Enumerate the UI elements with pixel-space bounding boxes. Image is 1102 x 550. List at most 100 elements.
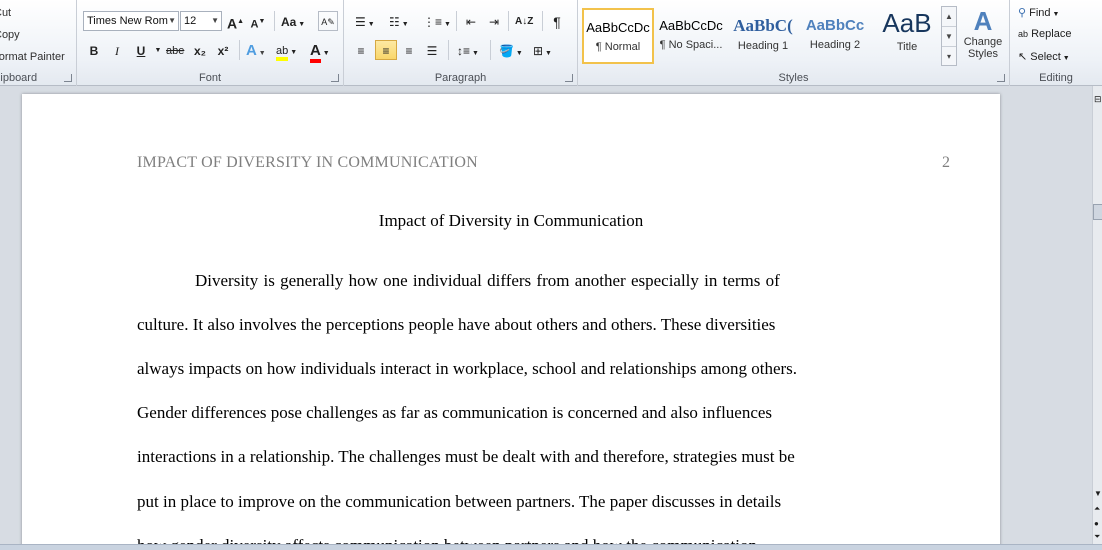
style-normal-sample: AaBbCcDc — [586, 20, 650, 35]
editing-group: ⚲ Find ▼ ab Replace ↖ Select ▼ Editing — [1010, 0, 1102, 86]
clear-formatting-button[interactable]: A✎ — [318, 11, 338, 31]
strikethrough-icon: abe — [166, 45, 185, 57]
line-spacing-button[interactable]: ↕≡ ▼ — [456, 40, 480, 60]
bullets-icon: ☰ — [355, 15, 366, 29]
decrease-indent-icon: ⇤ — [465, 15, 477, 29]
document-page[interactable]: IMPACT OF DIVERSITY IN COMMUNICATION 2 I… — [22, 94, 1000, 544]
style-heading-1[interactable]: AaBbC( Heading 1 — [727, 8, 799, 64]
format-painter-button[interactable]: Format Painter — [0, 51, 65, 63]
subscript-icon: x₂ — [193, 44, 206, 58]
align-center-button[interactable]: ≡ — [375, 40, 397, 60]
font-name-combo[interactable]: Times New Rom ▼ — [83, 11, 179, 31]
style-title[interactable]: AaB Title — [871, 8, 943, 64]
change-case-icon: Aa — [281, 15, 297, 29]
text-effects-icon: A — [246, 42, 257, 59]
ruler-toggle-icon[interactable]: ⊟ — [1094, 94, 1102, 105]
highlight-button[interactable]: ab ▼ — [275, 40, 298, 61]
status-bar — [0, 544, 1102, 550]
decrease-indent-button[interactable]: ⇤ — [462, 11, 480, 31]
show-hide-button[interactable]: ¶ — [548, 11, 566, 31]
replace-button[interactable]: ab Replace — [1018, 28, 1071, 40]
document-area: IMPACT OF DIVERSITY IN COMMUNICATION 2 I… — [0, 86, 1092, 544]
style-heading-2[interactable]: AaBbCc Heading 2 — [799, 8, 871, 64]
binoculars-icon: ⚲ — [1018, 7, 1027, 19]
body-line-3: always impacts on how individuals intera… — [137, 359, 798, 378]
style-no-spacing[interactable]: AaBbCcDc ¶ No Spaci... — [655, 8, 727, 64]
multilevel-list-button[interactable]: ⋮≡ ▼ — [422, 11, 452, 31]
ribbon: Cut Copy Format Painter Clipboard Times … — [0, 0, 1102, 86]
style-normal[interactable]: AaBbCcDc ¶ Normal — [582, 8, 654, 64]
replace-label: Replace — [1031, 28, 1072, 40]
font-color-button[interactable]: A ▼ — [309, 40, 331, 63]
shading-button[interactable]: 🪣 ▼ — [498, 40, 524, 60]
browse-object-icon[interactable]: ● — [1094, 519, 1099, 528]
change-styles-button[interactable]: A Change Styles — [960, 6, 1006, 68]
subscript-button[interactable]: x₂ — [191, 40, 209, 60]
pilcrow-icon: ¶ — [553, 14, 561, 30]
paragraph-separator-5 — [490, 40, 491, 60]
body-line-5: interactions in a relationship. The chal… — [137, 447, 795, 466]
underline-button[interactable]: U — [132, 40, 150, 60]
strikethrough-button[interactable]: abe — [165, 40, 185, 60]
borders-button[interactable]: ⊞ ▼ — [532, 40, 553, 60]
align-center-icon: ≡ — [382, 44, 390, 58]
select-label: Select — [1030, 51, 1061, 63]
font-size-dropdown-icon[interactable]: ▼ — [211, 12, 219, 30]
clear-formatting-icon: A✎ — [321, 17, 335, 27]
styles-dialog-launcher[interactable] — [997, 74, 1005, 82]
document-title: Impact of Diversity in Communication — [378, 211, 644, 230]
vertical-scrollbar[interactable]: ⊟ ▼ ⏶ ● ⏷ — [1092, 86, 1102, 544]
font-separator — [274, 11, 275, 31]
paragraph-separator-3 — [542, 11, 543, 31]
superscript-icon: x² — [217, 44, 229, 58]
superscript-button[interactable]: x² — [214, 40, 232, 60]
numbering-button[interactable]: ☷ ▼ — [388, 11, 410, 31]
previous-page-icon[interactable]: ⏶ — [1094, 504, 1100, 514]
gallery-up-icon[interactable]: ▲ — [942, 7, 956, 27]
style-heading-2-sample: AaBbCc — [805, 17, 865, 34]
replace-icon: ab — [1018, 29, 1029, 39]
copy-button[interactable]: Copy — [0, 29, 20, 41]
gallery-more-icon[interactable]: ▾ — [942, 47, 956, 67]
font-dialog-launcher[interactable] — [331, 74, 339, 82]
shrink-font-button[interactable]: A▼ — [249, 11, 267, 31]
align-right-button[interactable]: ≡ — [400, 40, 418, 60]
multilevel-list-icon: ⋮≡ — [423, 15, 443, 29]
justify-button[interactable]: ☰ — [423, 40, 441, 60]
style-title-sample: AaB — [882, 8, 932, 38]
style-normal-name: ¶ Normal — [595, 41, 641, 53]
sort-icon: A↓Z — [515, 16, 534, 27]
italic-button[interactable]: I — [108, 40, 126, 60]
italic-icon: I — [115, 44, 119, 58]
grow-font-button[interactable]: A▲ — [226, 11, 245, 32]
next-page-icon[interactable]: ⏷ — [1094, 532, 1100, 542]
body-line-6: put in place to improve on the communica… — [137, 492, 782, 511]
font-name-value: Times New Rom — [87, 15, 168, 27]
shrink-font-icon: A — [250, 18, 259, 31]
font-size-combo[interactable]: 12 ▼ — [180, 11, 222, 31]
scroll-down-icon[interactable]: ▼ — [1094, 489, 1102, 498]
bullets-button[interactable]: ☰ ▼ — [354, 11, 376, 31]
select-button[interactable]: ↖ Select ▼ — [1018, 50, 1070, 63]
gallery-down-icon[interactable]: ▼ — [942, 27, 956, 47]
copy-label: Copy — [0, 29, 20, 41]
clipboard-dialog-launcher[interactable] — [64, 74, 72, 82]
align-left-icon: ≡ — [357, 44, 365, 58]
style-no-spacing-name: ¶ No Spaci... — [659, 39, 723, 51]
cut-button[interactable]: Cut — [0, 7, 11, 19]
font-name-dropdown-icon[interactable]: ▼ — [168, 12, 176, 30]
bold-button[interactable]: B — [85, 40, 103, 60]
paragraph-dialog-launcher[interactable] — [565, 74, 573, 82]
style-no-spacing-sample: AaBbCcDc — [659, 18, 723, 33]
sort-button[interactable]: A↓Z — [514, 11, 534, 31]
find-button[interactable]: ⚲ Find ▼ — [1018, 6, 1059, 19]
change-case-button[interactable]: Aa ▼ — [280, 11, 306, 31]
paragraph-group-label: Paragraph — [434, 72, 487, 84]
change-styles-icon-letter: A — [973, 6, 993, 36]
clipboard-group: Cut Copy Format Painter Clipboard — [0, 0, 77, 86]
scrollbar-thumb[interactable] — [1093, 204, 1102, 220]
underline-icon: U — [136, 44, 146, 58]
increase-indent-button[interactable]: ⇥ — [485, 11, 503, 31]
align-left-button[interactable]: ≡ — [352, 40, 370, 60]
text-effects-button[interactable]: A ▼ — [245, 40, 267, 60]
